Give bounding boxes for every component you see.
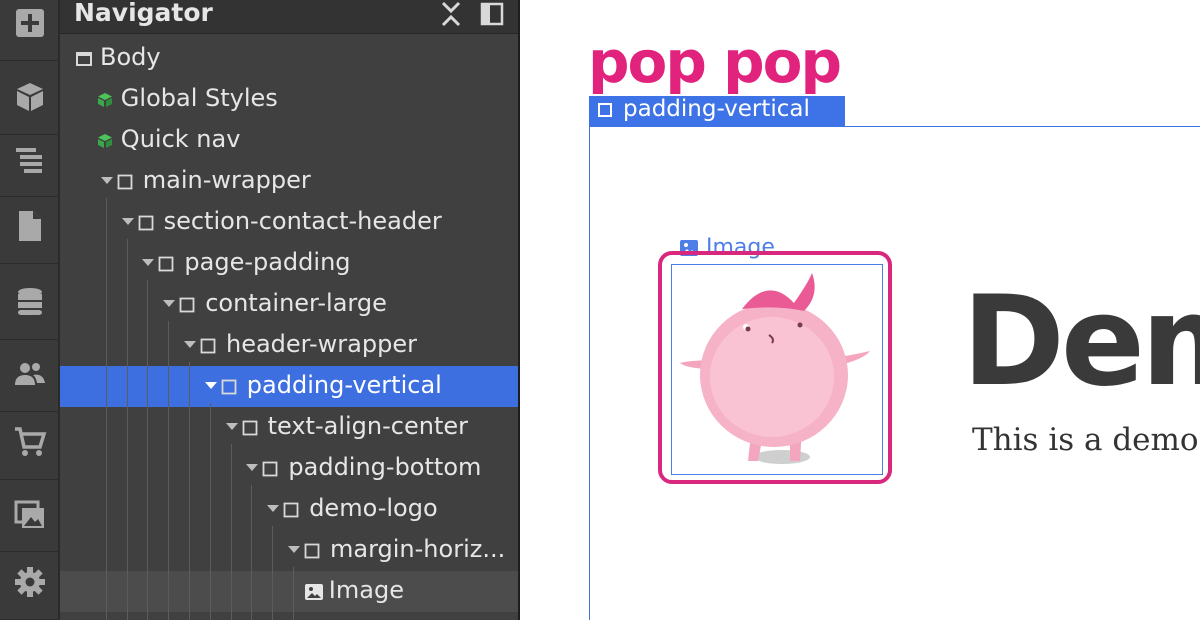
dock-panel-icon[interactable]: [478, 0, 506, 28]
tree-item-padding-bottom[interactable]: padding-bottom: [60, 448, 518, 489]
tree-item-label: Global Styles: [120, 84, 278, 112]
settings-icon[interactable]: [0, 544, 60, 620]
caret-down-icon[interactable]: [100, 177, 113, 184]
tree-indent-guide: [126, 239, 128, 620]
div-icon: [304, 543, 320, 559]
caret-down-icon[interactable]: [121, 218, 134, 225]
tree-item-demo-logo[interactable]: demo-logo: [60, 489, 518, 530]
tree-item-label: section-contact-header: [163, 207, 442, 235]
add-icon[interactable]: [0, 0, 60, 61]
navigator-header: Navigator: [60, 0, 518, 34]
div-icon: [158, 256, 174, 272]
tree-item-label: container-large: [205, 289, 387, 317]
tree-item-page-padding[interactable]: page-padding: [60, 243, 518, 284]
caret-down-icon[interactable]: [163, 300, 176, 307]
tree-item-global-styles[interactable]: Global Styles: [60, 79, 518, 120]
div-icon: [138, 215, 154, 231]
assets-icon[interactable]: [0, 476, 60, 552]
component-icon: [97, 133, 113, 149]
navigator-panel: Navigator Body Global Styles Quick nav main…: [60, 0, 520, 620]
tree-indent-guide: [251, 485, 253, 620]
div-icon: [262, 461, 278, 477]
tree-indent-guide: [230, 444, 232, 620]
selected-element-tag[interactable]: padding-vertical: [589, 96, 845, 127]
tree-item-label: Quick nav: [120, 125, 241, 153]
logo-text[interactable]: pop pop: [588, 28, 842, 96]
left-toolbar: [0, 0, 60, 620]
collapse-icon[interactable]: [438, 0, 464, 28]
caret-down-icon[interactable]: [267, 505, 280, 512]
pages-icon[interactable]: [0, 188, 60, 264]
ecommerce-icon[interactable]: [0, 404, 60, 480]
tree-item-label: Body: [100, 43, 161, 71]
tree-indent-guide: [147, 280, 149, 620]
caret-down-icon[interactable]: [184, 341, 196, 348]
tree-item-label: header-wrapper: [226, 330, 417, 358]
caret-down-icon[interactable]: [204, 382, 217, 389]
tree-indent-guide: [272, 526, 274, 620]
tree-indent-guide: [105, 198, 107, 620]
navigator-icon[interactable]: [0, 121, 60, 197]
tree-item-label: text-align-center: [267, 412, 468, 440]
tree-item-label: padding-bottom: [288, 453, 482, 481]
caret-down-icon[interactable]: [288, 546, 300, 553]
cms-icon[interactable]: [0, 264, 60, 340]
div-icon: [117, 174, 133, 190]
tree-item-body[interactable]: Body: [60, 38, 518, 79]
tree-item-text-align-center[interactable]: text-align-center: [60, 407, 518, 448]
tree-item-padding-vertical[interactable]: padding-vertical: [60, 366, 518, 407]
tree-item-container-large[interactable]: container-large: [60, 284, 518, 325]
tree-item-main-wrapper[interactable]: main-wrapper: [60, 161, 518, 202]
tree-item-section-contact-header[interactable]: section-contact-header: [60, 202, 518, 243]
design-canvas[interactable]: pop pop padding-vertical Image Dem This …: [522, 0, 1200, 620]
component-icon: [97, 92, 113, 108]
body-icon: [76, 51, 92, 67]
tree-indent-guide: [168, 321, 170, 620]
tree-item-margin-horiz[interactable]: margin-horiz...: [60, 530, 518, 571]
tree-item-label: demo-logo: [309, 494, 438, 522]
image-icon: [304, 584, 323, 600]
div-icon: [221, 379, 237, 395]
div-icon: [179, 297, 195, 313]
mascot-image[interactable]: [671, 264, 883, 475]
tree-item-header-wrapper[interactable]: header-wrapper: [60, 325, 518, 366]
page-heading[interactable]: Dem: [962, 270, 1200, 414]
tree-item-label: padding-vertical: [246, 371, 442, 399]
tree-item-label: margin-horiz...: [330, 535, 506, 563]
page-subtext[interactable]: This is a demo: [972, 422, 1199, 458]
div-block-icon: [598, 103, 612, 117]
tree-indent-guide: [293, 567, 294, 620]
tree-item-quick-nav[interactable]: Quick nav: [60, 120, 518, 161]
div-icon: [283, 502, 299, 518]
tree-item-image[interactable]: Image: [60, 571, 518, 612]
tree-item-label: Image: [328, 576, 404, 604]
tree-item-label: page-padding: [184, 248, 351, 276]
caret-down-icon[interactable]: [225, 423, 238, 430]
caret-down-icon[interactable]: [142, 259, 155, 266]
navigator-title: Navigator: [74, 0, 213, 27]
caret-down-icon[interactable]: [246, 464, 259, 471]
div-icon: [242, 420, 258, 436]
tree-indent-guide: [189, 362, 190, 620]
selected-element-label: padding-vertical: [623, 96, 810, 122]
tree-item-label: main-wrapper: [142, 166, 311, 194]
div-icon: [200, 338, 216, 354]
users-icon[interactable]: [0, 336, 60, 412]
tree-indent-guide: [209, 403, 211, 620]
